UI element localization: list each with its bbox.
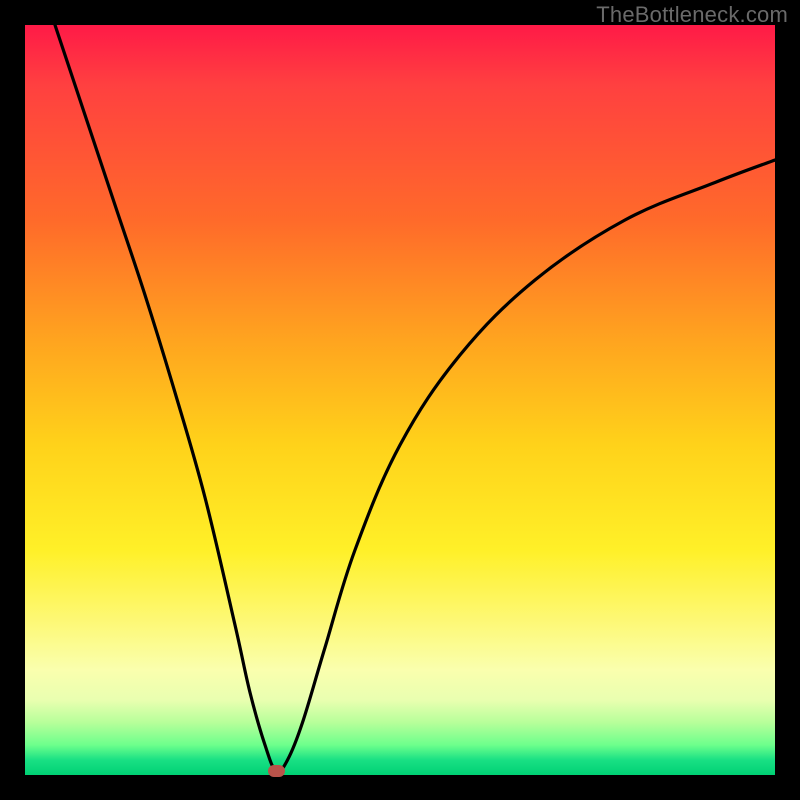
plot-area [25, 25, 775, 775]
bottleneck-curve [25, 25, 775, 775]
chart-frame: TheBottleneck.com [0, 0, 800, 800]
minimum-marker [268, 765, 285, 777]
